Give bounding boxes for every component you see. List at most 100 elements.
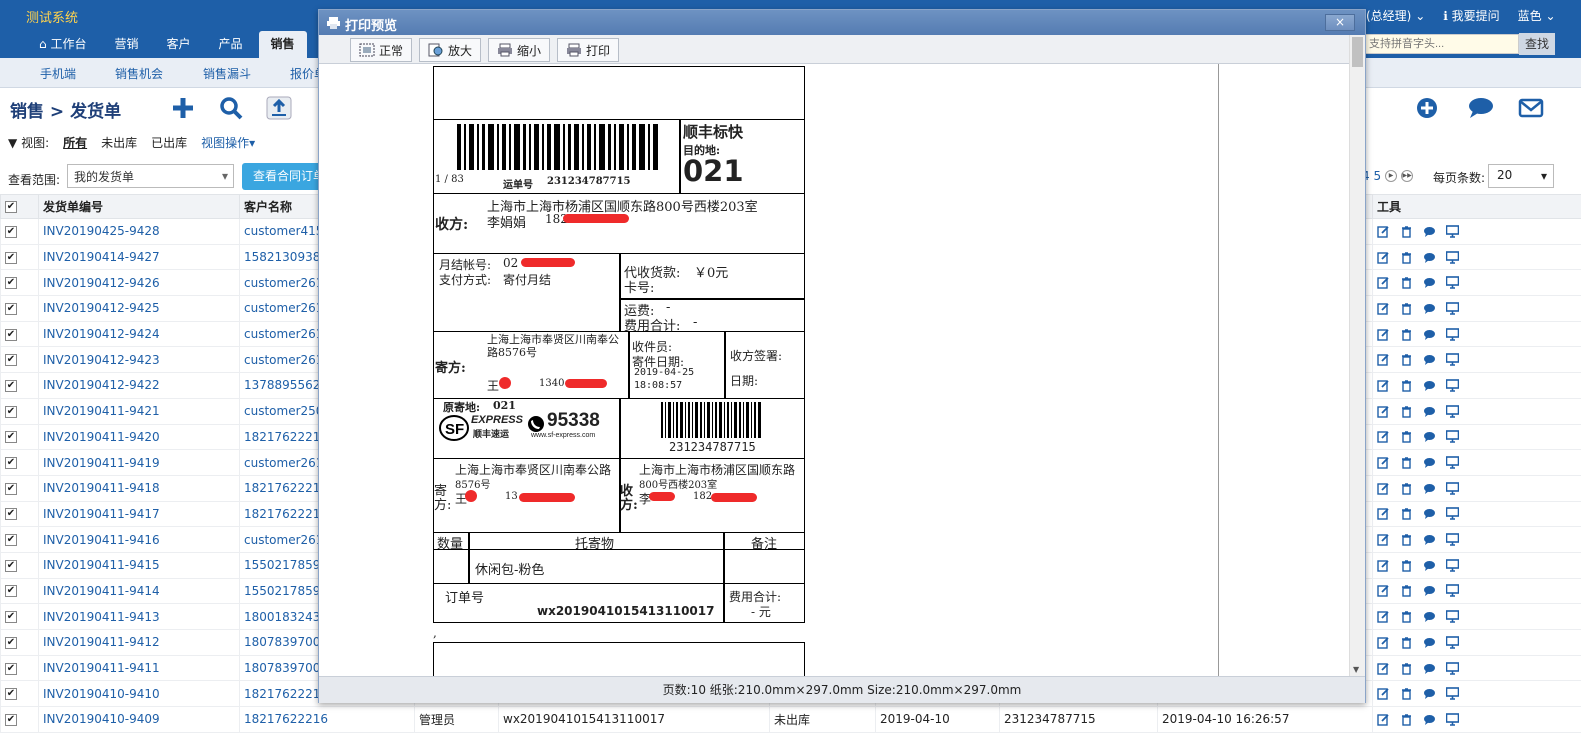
row-checkbox[interactable]: ✔	[0, 295, 39, 322]
add-icon[interactable]	[167, 93, 199, 123]
monitor-icon[interactable]	[1446, 225, 1459, 238]
shipment-number-link[interactable]: INV20190411-9421	[38, 397, 240, 425]
comment-icon[interactable]	[1423, 430, 1436, 443]
edit-icon[interactable]	[1377, 636, 1390, 649]
subnav-mobile[interactable]: 手机端	[40, 65, 76, 82]
global-search-input[interactable]	[1364, 34, 1519, 54]
scope-select[interactable]: 我的发货单 ▾	[67, 164, 234, 188]
comment-icon[interactable]	[1423, 225, 1436, 238]
subnav-funnel[interactable]: 销售漏斗	[203, 65, 251, 82]
edit-icon[interactable]	[1377, 405, 1390, 418]
row-checkbox[interactable]: ✔	[0, 423, 39, 451]
comment-icon[interactable]	[1423, 662, 1436, 675]
edit-icon[interactable]	[1377, 379, 1390, 392]
last-page-icon[interactable]: ▶▶	[1401, 170, 1414, 182]
edit-icon[interactable]	[1377, 507, 1390, 521]
delete-icon[interactable]	[1400, 507, 1413, 521]
preview-scrollbar[interactable]: ▼	[1349, 35, 1365, 676]
delete-icon[interactable]	[1400, 456, 1413, 469]
comment-icon[interactable]	[1423, 533, 1436, 546]
comment-icon[interactable]	[1423, 405, 1436, 418]
zoom-in-button[interactable]: 放大	[419, 38, 482, 62]
monitor-icon[interactable]	[1446, 636, 1459, 649]
edit-icon[interactable]	[1377, 251, 1390, 264]
monitor-icon[interactable]	[1446, 558, 1459, 572]
delete-icon[interactable]	[1400, 405, 1413, 418]
edit-icon[interactable]	[1377, 353, 1390, 366]
shipment-number-link[interactable]: INV20190412-9424	[38, 320, 240, 348]
comment-icon[interactable]	[1423, 713, 1436, 726]
comment-icon[interactable]	[1423, 584, 1436, 597]
row-checkbox[interactable]: ✔	[0, 218, 39, 245]
row-checkbox[interactable]: ✔	[0, 474, 39, 502]
shipment-number-link[interactable]: INV20190412-9426	[38, 269, 240, 297]
view-contract-orders-button[interactable]: 查看合同订单	[242, 163, 322, 190]
monitor-icon[interactable]	[1446, 353, 1459, 367]
comment-icon[interactable]	[1423, 559, 1436, 572]
theme-menu[interactable]: 蓝色 ⌄	[1518, 7, 1556, 24]
edit-icon[interactable]	[1377, 482, 1390, 495]
edit-icon[interactable]	[1377, 687, 1390, 700]
search-icon[interactable]	[215, 93, 247, 123]
comment-icon[interactable]	[1423, 353, 1436, 366]
shipment-number-link[interactable]: INV20190411-9413	[38, 603, 240, 630]
subnav-opportunity[interactable]: 销售机会	[115, 65, 163, 82]
preview-area[interactable]: 1 / 83 运单号 231234787715 顺丰标快 目的地: 021 收方…	[319, 64, 1349, 676]
upload-icon[interactable]	[263, 93, 295, 123]
dialog-titlebar[interactable]: 打印预览 ×	[319, 10, 1365, 35]
shipment-number-link[interactable]: INV20190412-9423	[38, 346, 240, 374]
row-checkbox[interactable]: ✔	[0, 372, 39, 399]
row-checkbox[interactable]: ✔	[0, 346, 39, 374]
shipment-number-link[interactable]: INV20190411-9414	[38, 577, 240, 605]
monitor-icon[interactable]	[1446, 533, 1459, 546]
shipment-number-link[interactable]: INV20190411-9411	[38, 654, 240, 682]
monitor-icon[interactable]	[1446, 404, 1459, 418]
row-checkbox[interactable]: ✔	[0, 654, 39, 682]
shipment-number-link[interactable]: INV20190412-9425	[38, 295, 240, 322]
delete-icon[interactable]	[1400, 225, 1413, 238]
shipment-number-link[interactable]: INV20190414-9427	[38, 243, 240, 271]
edit-icon[interactable]	[1377, 225, 1390, 238]
monitor-icon[interactable]	[1446, 276, 1459, 290]
row-checkbox[interactable]: ✔	[0, 577, 39, 605]
delete-icon[interactable]	[1400, 353, 1413, 366]
delete-icon[interactable]	[1400, 584, 1413, 598]
edit-icon[interactable]	[1377, 533, 1390, 546]
monitor-icon[interactable]	[1446, 250, 1459, 264]
col-header-number[interactable]: 发货单编号	[38, 194, 240, 219]
delete-icon[interactable]	[1400, 662, 1413, 675]
table-row[interactable]: ✔ INV20190410-9409 18217622216 管理员 wx2019041…	[0, 706, 1581, 733]
edit-icon[interactable]	[1377, 276, 1390, 289]
edit-icon[interactable]	[1377, 662, 1390, 675]
monitor-icon[interactable]	[1446, 430, 1459, 444]
shipment-number-link[interactable]: INV20190411-9415	[38, 551, 240, 579]
select-all-checkbox[interactable]: ✔	[0, 194, 39, 219]
delete-icon[interactable]	[1400, 533, 1413, 546]
tab-product[interactable]: 产品	[206, 31, 254, 58]
mail-icon[interactable]	[1514, 93, 1548, 123]
shipment-number-link[interactable]: INV20190411-9416	[38, 526, 240, 553]
monitor-icon[interactable]	[1446, 610, 1459, 623]
view-not-shipped[interactable]: 未出库	[101, 134, 137, 151]
row-checkbox[interactable]: ✔	[0, 449, 39, 476]
monitor-icon[interactable]	[1446, 584, 1459, 598]
shipment-number-link[interactable]: INV20190412-9422	[38, 372, 240, 399]
delete-icon[interactable]	[1400, 379, 1413, 392]
delete-icon[interactable]	[1400, 430, 1413, 444]
normal-size-button[interactable]: 正常	[350, 38, 413, 62]
comment-icon[interactable]	[1423, 328, 1436, 341]
comment-icon[interactable]	[1464, 93, 1498, 123]
edit-icon[interactable]	[1377, 584, 1390, 598]
monitor-icon[interactable]	[1446, 379, 1459, 392]
row-checkbox[interactable]: ✔	[0, 500, 39, 528]
edit-icon[interactable]	[1377, 328, 1390, 341]
page-size-select[interactable]: 20 ▾	[1488, 164, 1554, 188]
delete-icon[interactable]	[1400, 482, 1413, 495]
view-shipped[interactable]: 已出库	[151, 134, 187, 151]
row-checkbox[interactable]: ✔	[0, 680, 39, 708]
edit-icon[interactable]	[1377, 302, 1390, 315]
shipment-number-link[interactable]: INV20190425-9428	[38, 218, 240, 245]
scroll-down-icon[interactable]: ▼	[1353, 665, 1359, 674]
delete-icon[interactable]	[1400, 687, 1413, 700]
monitor-icon[interactable]	[1446, 456, 1459, 469]
